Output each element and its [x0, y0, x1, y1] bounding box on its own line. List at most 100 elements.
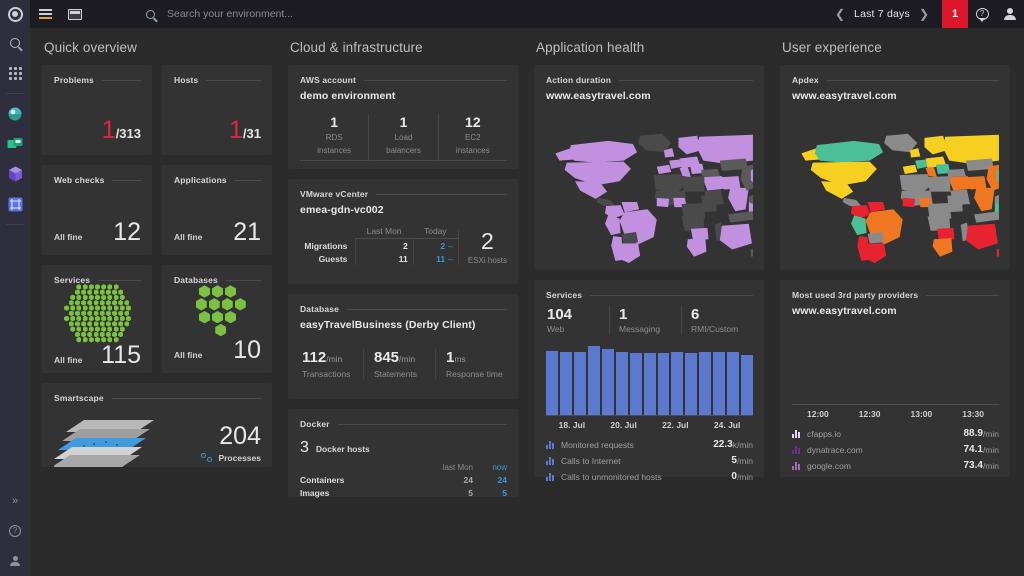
hosts-cube-icon[interactable] — [0, 159, 30, 189]
tile-third-party-providers[interactable]: Most used 3rd party providers www.easytr… — [780, 280, 1010, 477]
country-iran — [721, 176, 741, 190]
bar — [573, 352, 586, 415]
guests-last-mon: 11 — [355, 252, 412, 265]
country-safrica — [686, 238, 707, 257]
services-count: 115 — [101, 341, 141, 370]
column-application-health: Application health Action duration www.e… — [534, 40, 764, 576]
legend-item: Calls to unmonitored hosts 0/min — [546, 471, 753, 482]
chevron-right-icon[interactable]: ❯ — [910, 7, 938, 21]
user-profile-icon[interactable] — [0, 546, 30, 576]
status-label: All fine — [174, 350, 203, 360]
value: 845 — [374, 349, 400, 366]
tile-database[interactable]: Database easyTravelBusiness (Derby Clien… — [288, 294, 518, 399]
column-user-experience: User experience Apdex www.easytravel.com… — [780, 40, 1010, 576]
problem-total: /313 — [115, 126, 141, 141]
tile-hosts[interactable]: Hosts 1/31 — [162, 65, 272, 155]
host-total: /31 — [242, 126, 261, 141]
tile-docker[interactable]: Docker 3 Docker hosts last Mon now Conta… — [288, 409, 518, 498]
country-japan — [996, 168, 999, 183]
timeframe-selector[interactable]: ❮ Last 7 days ❯ 1 ? — [826, 0, 1024, 28]
tile-databases[interactable]: Databases All fine 10 — [162, 265, 272, 373]
tile-apdex[interactable]: Apdex www.easytravel.com — [780, 65, 1010, 270]
stat-rds-instances: 1 RDS instances — [300, 114, 369, 161]
country-indonesia — [728, 211, 753, 223]
dashboard-grid: Quick overview Problems 1/313 Hosts 1/31… — [30, 28, 1024, 576]
x-tick-label: 12:00 — [807, 409, 829, 419]
x-tick-label: 24. Jul — [713, 420, 741, 430]
alert-count-badge[interactable]: 1 — [942, 0, 968, 28]
stat-value: 12 — [465, 114, 481, 130]
left-navigation-rail: » ? — [0, 28, 30, 576]
row-label-migrations: Migrations — [304, 240, 348, 251]
apps-grid-icon[interactable] — [0, 58, 30, 88]
technologies-grid-icon[interactable] — [0, 189, 30, 219]
tile-action-duration[interactable]: Action duration www.easytravel.com — [534, 65, 764, 270]
tile-problems[interactable]: Problems 1/313 — [42, 65, 152, 155]
divider — [6, 224, 24, 225]
legend-label: dynatrace.com — [807, 444, 863, 455]
unit: ms — [454, 354, 466, 364]
web-checks-count: 12 — [113, 218, 141, 246]
country-libyaegypt — [681, 176, 705, 192]
problem-count: 1 — [101, 116, 116, 144]
col-header-last-mon: last Mon — [442, 463, 473, 472]
third-party-stacked-bar-chart — [792, 331, 999, 405]
bar — [615, 352, 628, 415]
tile-applications[interactable]: Applications All fine 21 — [162, 165, 272, 255]
table-row: Containers 24 24 — [300, 475, 507, 485]
legend-item: Monitored requests 22.3 k/min — [546, 439, 753, 450]
bar-chart-icon — [792, 429, 801, 438]
tile-web-checks[interactable]: Web checks All fine 12 — [42, 165, 152, 255]
timeframe-label[interactable]: Last 7 days — [854, 8, 910, 20]
tile-vmware-vcenter[interactable]: VMware vCenter emea-gdn-vc002 Last Mon T… — [288, 179, 518, 284]
country-greenland — [638, 133, 672, 153]
country-canada — [568, 140, 638, 163]
bar — [643, 353, 656, 415]
tile-aws-account[interactable]: AWS account demo environment 1 RDS insta… — [288, 65, 518, 169]
legend-unit: /min — [736, 455, 753, 466]
country-zambia — [690, 227, 709, 241]
search-bar[interactable] — [146, 8, 826, 20]
stat-rmi-custom: 6 RMI/Custom — [681, 306, 753, 334]
user-account-icon[interactable] — [996, 0, 1024, 28]
hamburger-menu-icon[interactable] — [30, 0, 60, 28]
stat-label-line2: balancers — [386, 146, 421, 155]
country-canada — [814, 140, 884, 163]
expand-chevrons-icon[interactable]: » — [0, 486, 30, 516]
tile-services[interactable]: Services All fine 115 — [42, 265, 152, 373]
globe-applications-icon[interactable] — [0, 99, 30, 129]
transactions-services-icon[interactable] — [0, 129, 30, 159]
divider — [337, 423, 507, 425]
stat-value: 1ms — [446, 349, 507, 366]
chevron-left-icon[interactable]: ❮ — [826, 7, 854, 21]
legend-item: cfapps.io 88.9/min — [792, 428, 999, 439]
stat-label-line1: RDS — [325, 133, 343, 142]
tile-smartscape[interactable]: Smartscape 204 Processes — [42, 383, 272, 467]
x-tick-label: 22. Jul — [662, 420, 689, 430]
country-argentina — [865, 243, 887, 263]
country-eafrica — [947, 194, 963, 213]
dashboard-monitor-icon[interactable] — [60, 0, 90, 28]
status-label: All fine — [174, 232, 203, 242]
column-title: Application health — [536, 40, 645, 55]
country-libyaegypt — [927, 176, 951, 192]
search-input[interactable] — [167, 8, 467, 20]
tile-services-chart[interactable]: Services 104 Web 1 Messaging 6 RMI/Custo… — [534, 280, 764, 482]
legend-value: 73.4 — [963, 460, 983, 471]
divider — [826, 79, 999, 81]
applications-count: 21 — [233, 218, 261, 246]
stat-label-line1: EC2 — [465, 133, 481, 142]
help-question-icon[interactable]: ? — [0, 516, 30, 546]
dynatrace-logo-icon[interactable] — [0, 0, 30, 28]
esxi-label: ESXi hosts — [467, 256, 507, 265]
stat-label: Statements — [374, 369, 417, 379]
migrations-today: 2– — [412, 239, 458, 252]
feedback-bubble-icon[interactable]: ? — [968, 0, 996, 28]
country-france — [669, 159, 682, 169]
stat-web: 104 Web — [546, 306, 609, 334]
stat-ec2-instances: 12 EC2 instances — [437, 114, 507, 161]
search-icon[interactable] — [0, 28, 30, 58]
legend-item: dynatrace.com 74.1/min — [792, 444, 999, 455]
tile-title: Web checks — [54, 175, 105, 185]
world-map-choropleth — [546, 108, 753, 268]
